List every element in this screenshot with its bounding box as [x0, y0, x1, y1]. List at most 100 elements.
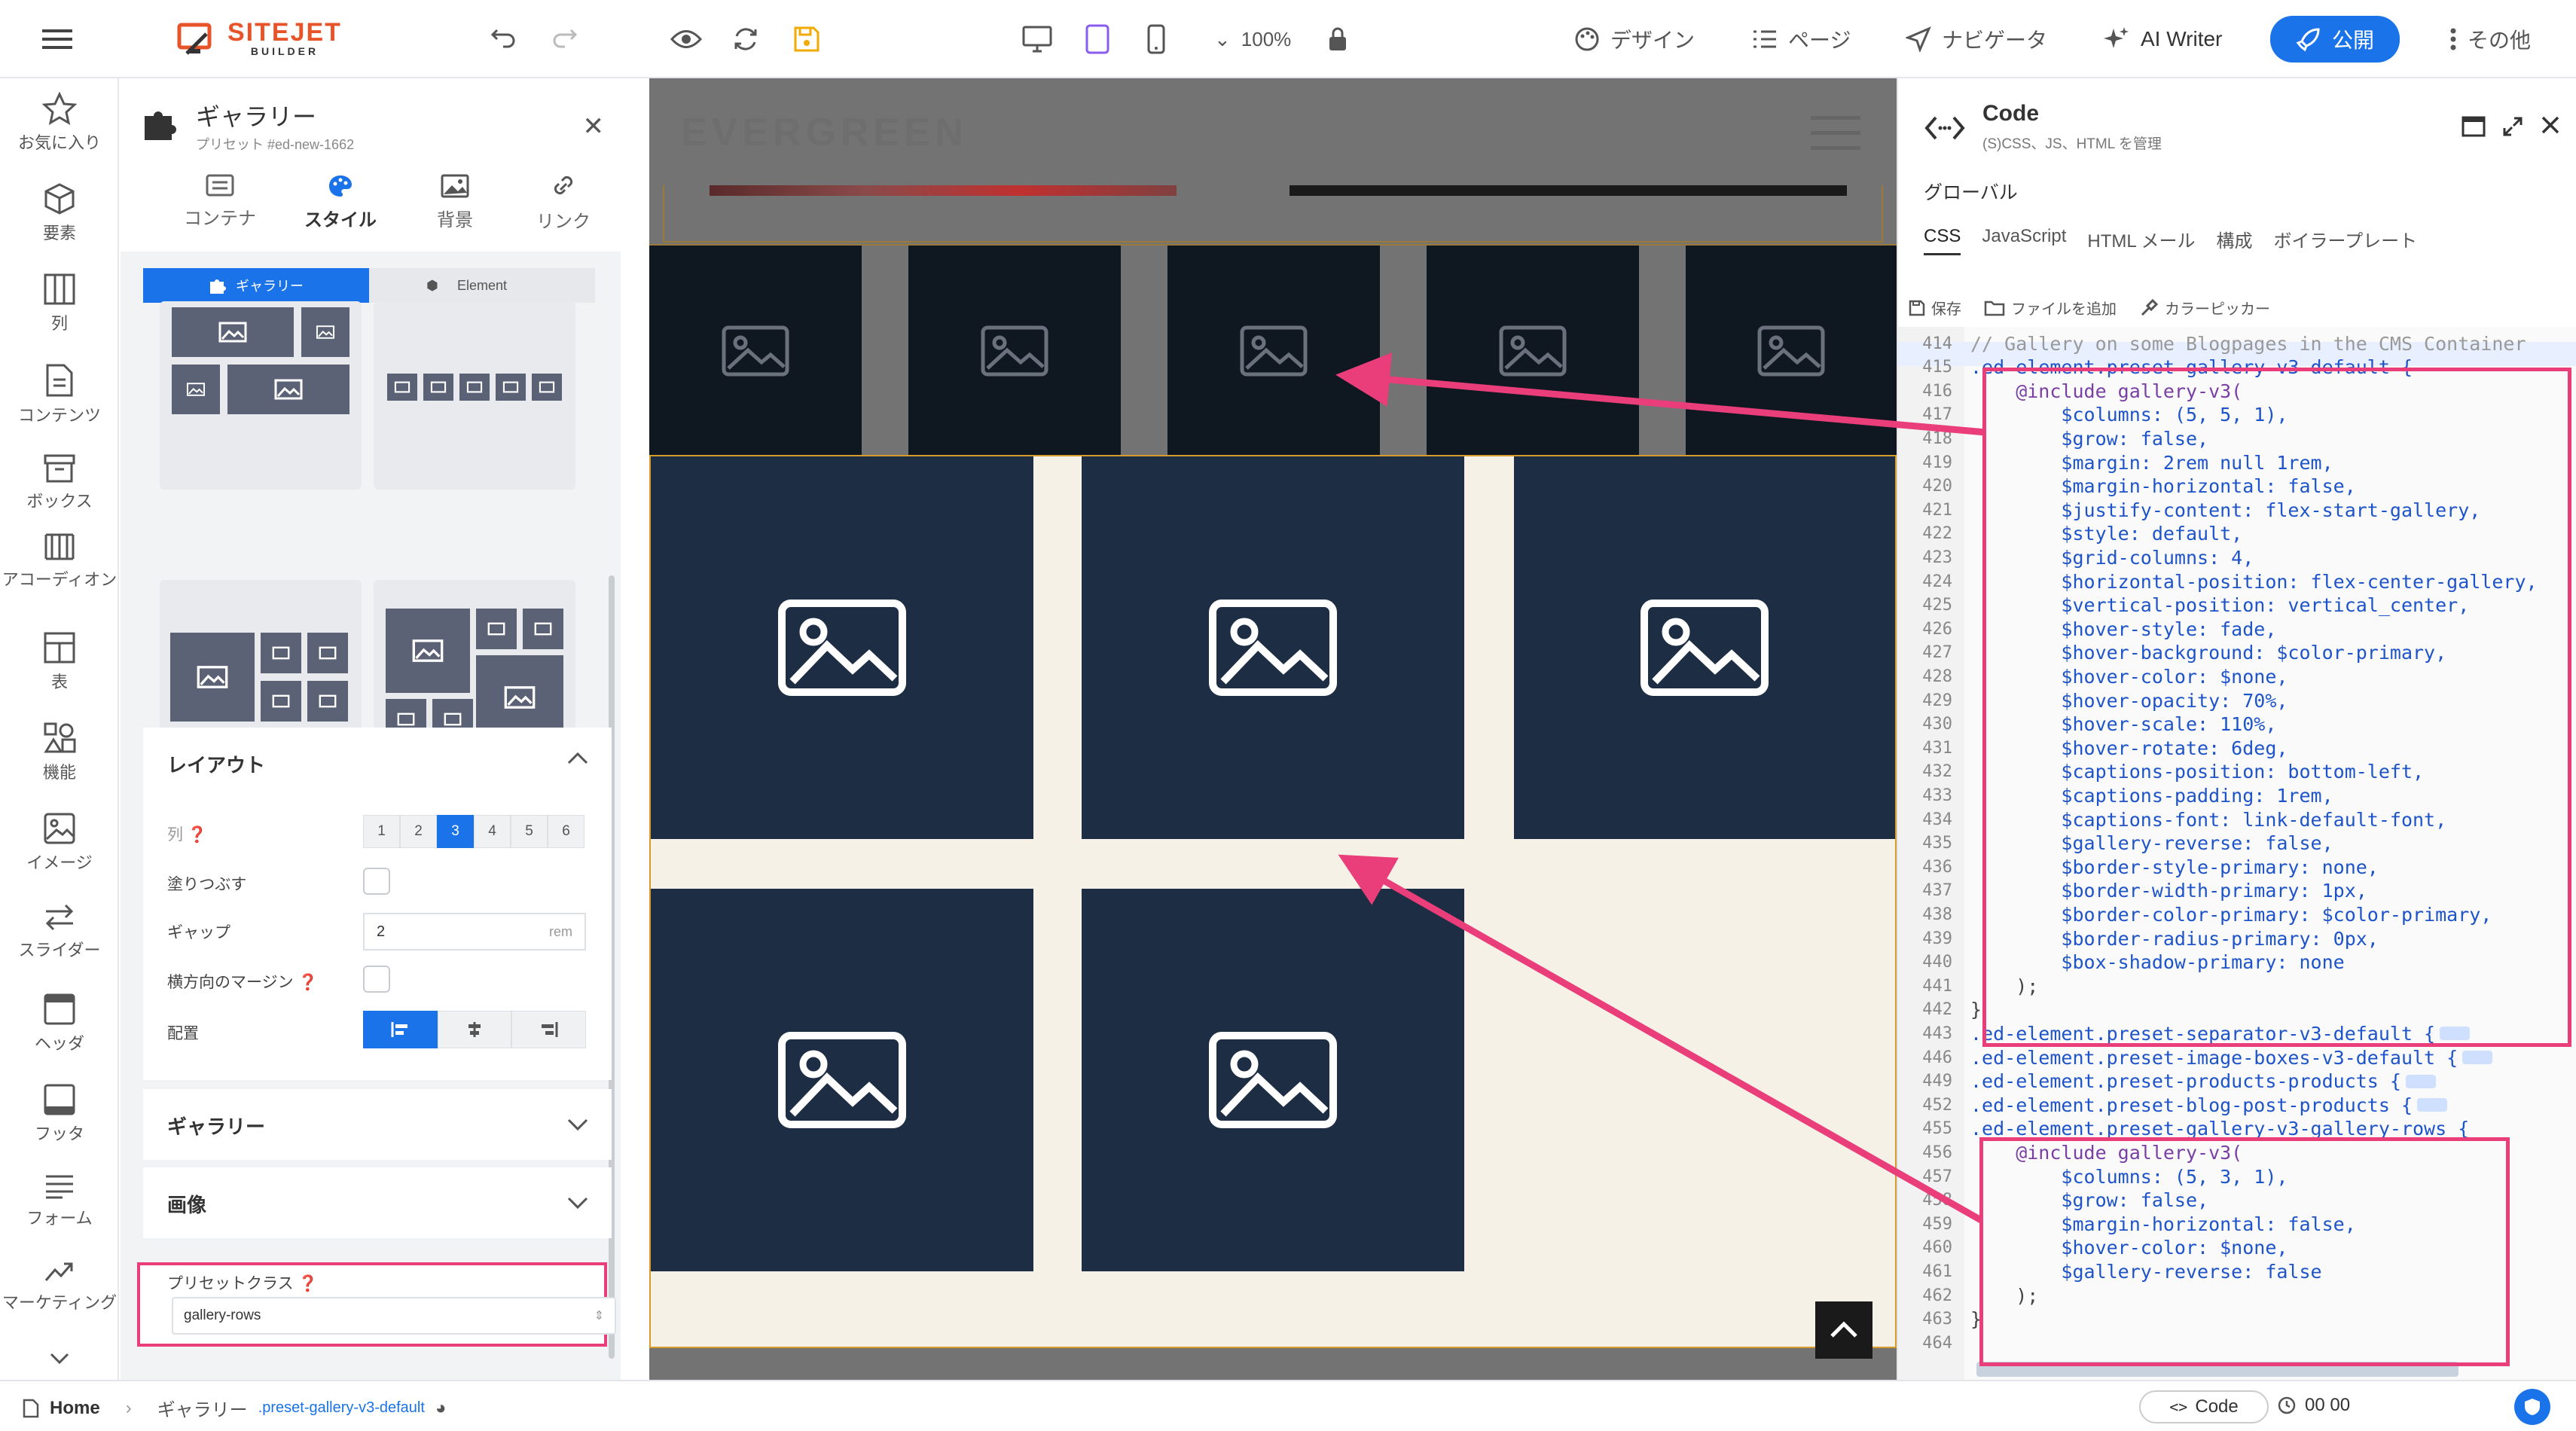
tab-container[interactable]: コンテナ — [167, 173, 273, 230]
image-placeholder-icon — [1641, 600, 1769, 696]
close-icon[interactable] — [2540, 114, 2561, 139]
tab-background[interactable]: 背景 — [402, 173, 508, 231]
image-section[interactable]: 画像 — [143, 1167, 612, 1238]
tab-html-mail[interactable]: HTML メール — [2087, 226, 2195, 255]
tab-config[interactable]: 構成 — [2217, 226, 2253, 255]
columns-option-4[interactable]: 4 — [474, 815, 511, 848]
gallery-default-tile[interactable] — [649, 246, 862, 456]
code-toggle-button[interactable]: <> Code — [2139, 1390, 2269, 1423]
navigator-button[interactable]: ナビゲータ — [1906, 0, 2047, 78]
breadcrumb-home[interactable]: Home — [50, 1398, 100, 1419]
publish-button[interactable]: 公開 — [2270, 0, 2401, 78]
tab-boilerplate[interactable]: ボイラープレート — [2274, 226, 2418, 255]
gallery-rows-tile[interactable] — [1514, 456, 1895, 839]
hamburger-menu-icon[interactable] — [42, 0, 72, 78]
palette-icon[interactable]: ◕ — [435, 1398, 447, 1419]
mobile-view-icon[interactable] — [1146, 0, 1166, 78]
zoom-select[interactable]: ⌄ 100% — [1214, 0, 1291, 78]
gallery-default-tile[interactable] — [908, 246, 1121, 456]
fold-marker-icon[interactable] — [2405, 1074, 2436, 1088]
segment-gallery[interactable]: ギャラリー — [143, 268, 369, 303]
layout-preset-mixed[interactable] — [160, 301, 362, 490]
color-picker-button[interactable]: カラーピッカー — [2139, 297, 2270, 319]
code-line[interactable]: 414 // Gallery on some Blogpages in the C… — [1898, 331, 2576, 355]
top-toolbar: SITEJET BUILDER ⌄ 100% デザイン ページ ナビゲータ AI… — [0, 0, 2576, 78]
help-icon[interactable]: ❓ — [298, 1275, 317, 1292]
fold-marker-icon[interactable] — [2417, 1098, 2447, 1112]
add-file-button[interactable]: ファイルを追加 — [1984, 297, 2117, 319]
ai-writer-button[interactable]: AI Writer — [2103, 0, 2222, 78]
breadcrumb-class[interactable]: .preset-gallery-v3-default — [258, 1399, 425, 1417]
window-icon[interactable] — [2462, 116, 2486, 141]
refresh-icon[interactable] — [731, 0, 761, 78]
rail-item-marketing[interactable]: マーケティング — [0, 1258, 119, 1314]
horizontal-margin-checkbox[interactable] — [363, 966, 390, 993]
align-left-icon[interactable] — [363, 1011, 438, 1048]
align-center-icon[interactable] — [437, 1011, 512, 1048]
gallery-rows-tile[interactable] — [1082, 889, 1464, 1271]
tab-style[interactable]: スタイル — [288, 173, 393, 231]
columns-option-3[interactable]: 3 — [437, 815, 474, 848]
save-code-button[interactable]: 保存 — [1909, 297, 1961, 319]
site-menu-icon[interactable] — [1811, 114, 1860, 156]
rail-item-box[interactable]: ボックス — [0, 453, 119, 512]
design-button[interactable]: デザイン — [1574, 0, 1695, 78]
help-chat-button[interactable] — [2514, 1389, 2550, 1425]
code-line[interactable]: 446 .ed-element.preset-image-boxes-v3-def… — [1898, 1045, 2576, 1069]
breadcrumb-gallery[interactable]: ギャラリー — [157, 1395, 248, 1421]
rail-item-table[interactable]: 表 — [0, 631, 119, 693]
rail-item-columns[interactable]: 列 — [0, 273, 119, 334]
chevron-up-icon[interactable] — [566, 752, 589, 769]
gallery-section[interactable]: ギャラリー — [143, 1089, 612, 1160]
code-line[interactable]: 452 .ed-element.preset-blog-post-products… — [1898, 1093, 2576, 1117]
columns-option-1[interactable]: 1 — [363, 815, 400, 848]
gallery-default-tile[interactable] — [1167, 246, 1380, 456]
undo-icon[interactable] — [490, 0, 517, 78]
rail-item-slider[interactable]: スライダー — [0, 902, 119, 961]
lock-icon[interactable] — [1327, 0, 1348, 78]
columns-option-5[interactable]: 5 — [511, 815, 548, 848]
expand-icon[interactable] — [2502, 116, 2523, 141]
rail-scroll-down-icon[interactable] — [0, 1351, 119, 1371]
rail-item-favorites[interactable]: お気に入り — [0, 92, 119, 154]
pages-button[interactable]: ページ — [1752, 0, 1851, 78]
rail-item-content[interactable]: コンテンツ — [0, 363, 119, 426]
fill-checkbox[interactable] — [363, 868, 390, 895]
gallery-default-tile[interactable] — [1686, 246, 1897, 456]
tab-css[interactable]: CSS — [1924, 226, 1961, 255]
layout-preset-row[interactable] — [374, 301, 575, 490]
rail-item-image[interactable]: イメージ — [0, 812, 119, 874]
align-right-icon[interactable] — [511, 1011, 587, 1048]
rail-item-header[interactable]: ヘッダ — [0, 993, 119, 1054]
gallery-rows-tile[interactable] — [651, 889, 1033, 1271]
rail-item-features[interactable]: 機能 — [0, 722, 119, 783]
help-icon[interactable]: ❓ — [188, 826, 207, 844]
fold-marker-icon[interactable] — [2462, 1051, 2493, 1064]
segment-element[interactable]: ⬢ Element — [369, 268, 595, 303]
help-icon[interactable]: ❓ — [298, 974, 317, 991]
save-icon[interactable] — [792, 0, 821, 78]
gallery-default-tile[interactable] — [1427, 246, 1639, 456]
scroll-top-button[interactable] — [1815, 1301, 1872, 1359]
columns-option-2[interactable]: 2 — [400, 815, 437, 848]
gallery-rows-tile[interactable] — [1082, 456, 1464, 839]
preset-class-select[interactable]: gallery-rows ⇕ — [172, 1297, 616, 1335]
redo-icon[interactable] — [551, 0, 578, 78]
code-line[interactable]: 449 .ed-element.preset-products-products … — [1898, 1069, 2576, 1094]
rail-item-form[interactable]: フォーム — [0, 1173, 119, 1229]
rail-item-accordion[interactable]: アコーディオン — [0, 532, 119, 590]
rail-item-elements[interactable]: 要素 — [0, 182, 119, 244]
desktop-view-icon[interactable] — [1021, 0, 1053, 78]
gallery-rows-tile[interactable] — [651, 456, 1033, 839]
more-menu-button[interactable]: その他 — [2449, 0, 2531, 78]
close-icon[interactable]: ✕ — [583, 111, 605, 142]
tab-link[interactable]: リンク — [511, 173, 616, 233]
preview-eye-icon[interactable] — [670, 0, 702, 78]
sitejet-logo[interactable]: SITEJET BUILDER — [176, 0, 342, 78]
gap-input[interactable]: 2 rem — [363, 913, 586, 950]
rail-label: スライダー — [18, 941, 101, 960]
tablet-view-icon[interactable] — [1085, 0, 1110, 78]
rail-item-footer[interactable]: フッタ — [0, 1083, 119, 1145]
columns-option-6[interactable]: 6 — [548, 815, 584, 848]
tab-javascript[interactable]: JavaScript — [1982, 226, 2066, 255]
